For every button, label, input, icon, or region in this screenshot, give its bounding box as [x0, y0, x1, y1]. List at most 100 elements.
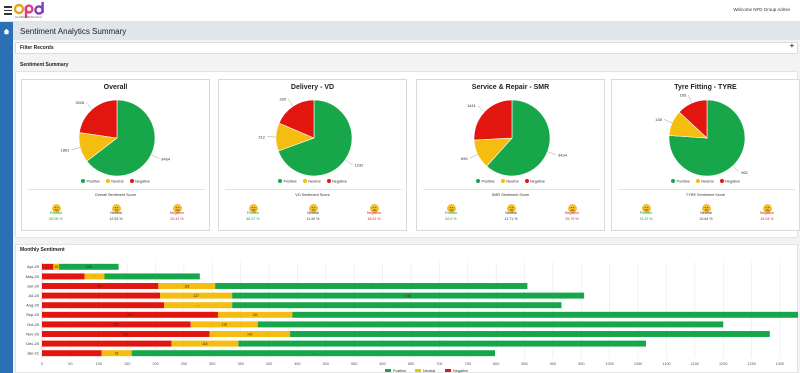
- neutral-score-value: 12.53 %: [109, 217, 123, 221]
- neutral-score-label: Neutral: [505, 211, 517, 215]
- pie-leader-line: [732, 165, 740, 173]
- y-tick-label: Jun-20: [27, 283, 40, 288]
- bar-data-label: 131: [253, 313, 259, 317]
- pie-label-positive: 962: [741, 170, 748, 175]
- page-title-bar: [13, 22, 800, 40]
- sentiment-card: Delivery - VD 1232 212 330 Positive Neutral Ne…: [218, 79, 407, 231]
- legend-neutral[interactable]: Neutral: [105, 179, 124, 184]
- pie-leader-line: [86, 102, 93, 110]
- happy-face-icon: [51, 200, 61, 213]
- score-title: VD Sentiment Score: [295, 193, 330, 197]
- score-title: TYRE Sentiment Score: [685, 193, 726, 197]
- legend-neutral-label: Neutral: [701, 179, 714, 184]
- hamburger-menu-icon[interactable]: [4, 6, 12, 15]
- legend-swatch[interactable]: [445, 369, 451, 372]
- y-tick-label: Dec-20: [26, 341, 40, 346]
- legend-positive[interactable]: Positive: [670, 179, 690, 184]
- legend-negative[interactable]: Negative: [326, 179, 347, 184]
- x-tick-label: 750: [465, 362, 471, 366]
- negative-score-label: Negative: [564, 211, 580, 215]
- legend-neutral[interactable]: Neutral: [695, 179, 714, 184]
- legend-label: Negative: [453, 369, 468, 373]
- pie-legend: Positive Neutral Negative: [219, 179, 406, 184]
- bar-data-label: ···: [99, 294, 102, 298]
- x-tick-label: 1050: [634, 362, 642, 366]
- positive-score-value: 65.06 %: [49, 217, 63, 221]
- legend-negative[interactable]: Negative: [129, 179, 150, 184]
- x-tick-label: 500: [323, 362, 329, 366]
- legend-negative[interactable]: Negative: [524, 179, 545, 184]
- logo-tagline: GLOBAL RESEARCH: [15, 16, 42, 19]
- sad-face-icon: [762, 200, 772, 213]
- negative-score: Negative 22.41 %: [157, 200, 197, 221]
- legend-negative[interactable]: Negative: [719, 179, 740, 184]
- pie-slice-negative[interactable]: [79, 99, 118, 139]
- y-tick-label: May-20: [26, 274, 40, 279]
- positive-score: Positive 65.06 %: [36, 200, 76, 221]
- bar-data-label: ···: [197, 304, 200, 308]
- legend-positive-label: Positive: [676, 179, 690, 184]
- bar-data-label: ···: [312, 352, 315, 356]
- negative-score-value: 25.79 %: [565, 217, 579, 221]
- legend-positive[interactable]: Positive: [80, 179, 100, 184]
- pie-label-neutral: 138: [655, 117, 662, 122]
- legend-swatch[interactable]: [415, 369, 421, 372]
- legend-neutral[interactable]: Neutral: [302, 179, 321, 184]
- legend-neutral-label: Neutral: [506, 179, 519, 184]
- bar-data-label: 127: [193, 294, 199, 298]
- positive-score-value: 69.37 %: [246, 217, 260, 221]
- pie-label-positive: 3434: [558, 152, 568, 157]
- pie-label-neutral: 212: [258, 134, 265, 139]
- x-tick-label: 50: [68, 362, 72, 366]
- filter-records-panel[interactable]: Filter Records +: [15, 42, 798, 54]
- positive-score-label: Positive: [246, 211, 260, 215]
- pie-leader-line: [469, 154, 478, 159]
- neutral-score-label: Neutral: [110, 211, 122, 215]
- x-tick-label: 850: [521, 362, 527, 366]
- negative-score-label: Negative: [169, 211, 185, 215]
- legend-swatch[interactable]: [385, 369, 391, 372]
- positive-score: Positive 74.29 %: [626, 200, 666, 221]
- legend-positive[interactable]: Positive: [277, 179, 297, 184]
- bar-data-label: 207: [98, 284, 104, 288]
- y-tick-label: Apr-20: [27, 264, 40, 269]
- neutral-score-value: 11.92 %: [306, 217, 320, 221]
- pie-leader-line: [345, 159, 353, 166]
- bar-data-label: ···: [528, 332, 531, 336]
- pie-label-negative: 1441: [467, 103, 477, 108]
- sad-face-icon: [567, 200, 577, 213]
- pie-label-positive: 9464: [161, 156, 171, 161]
- expand-plus-icon[interactable]: +: [790, 43, 794, 50]
- happy-face-icon: [248, 200, 258, 213]
- positive-score-value: 74.29 %: [639, 217, 653, 221]
- legend-neutral[interactable]: Neutral: [500, 179, 519, 184]
- pie-label-neutral: 696: [461, 156, 468, 161]
- neutral-score-value: 10.64 %: [699, 217, 713, 221]
- negative-score-value: 18.91 %: [367, 217, 381, 221]
- bar-data-label: 313: [127, 313, 133, 317]
- happy-face-icon: [446, 200, 456, 213]
- legend-positive[interactable]: Positive: [475, 179, 495, 184]
- home-icon[interactable]: [3, 28, 10, 35]
- pie-label-positive: 1232: [354, 162, 364, 167]
- score-row: Positive 74.29 % Neutral 10.64 % Negative 15.…: [612, 200, 799, 230]
- x-tick-label: 1150: [691, 362, 699, 366]
- bar-positive[interactable]: [292, 311, 798, 318]
- left-sidebar: [0, 22, 13, 373]
- score-title: SMR Sentiment Score: [491, 193, 530, 197]
- monthly-sentiment-chart: 0 50 100 150 200 250 300 350 400 450 500 550 600 650 7…: [26, 262, 798, 373]
- y-tick-label: Jan-21: [27, 351, 40, 356]
- negative-score-label: Negative: [759, 211, 775, 215]
- bar-data-label: 118: [222, 323, 227, 327]
- bar-data-label: 118: [202, 342, 207, 346]
- neutral-face-icon: [506, 200, 516, 213]
- x-tick-label: 1250: [747, 362, 755, 366]
- pie-slice-negative[interactable]: [473, 99, 513, 141]
- legend-positive-label: Positive: [86, 179, 100, 184]
- pie-label-negative: 3328: [75, 100, 85, 105]
- pie-leader-line: [547, 151, 556, 155]
- neutral-face-icon: [701, 200, 711, 213]
- positive-score-label: Positive: [49, 211, 63, 215]
- filter-records-label: Filter Records: [20, 45, 54, 51]
- bar-data-label: 262: [114, 323, 120, 327]
